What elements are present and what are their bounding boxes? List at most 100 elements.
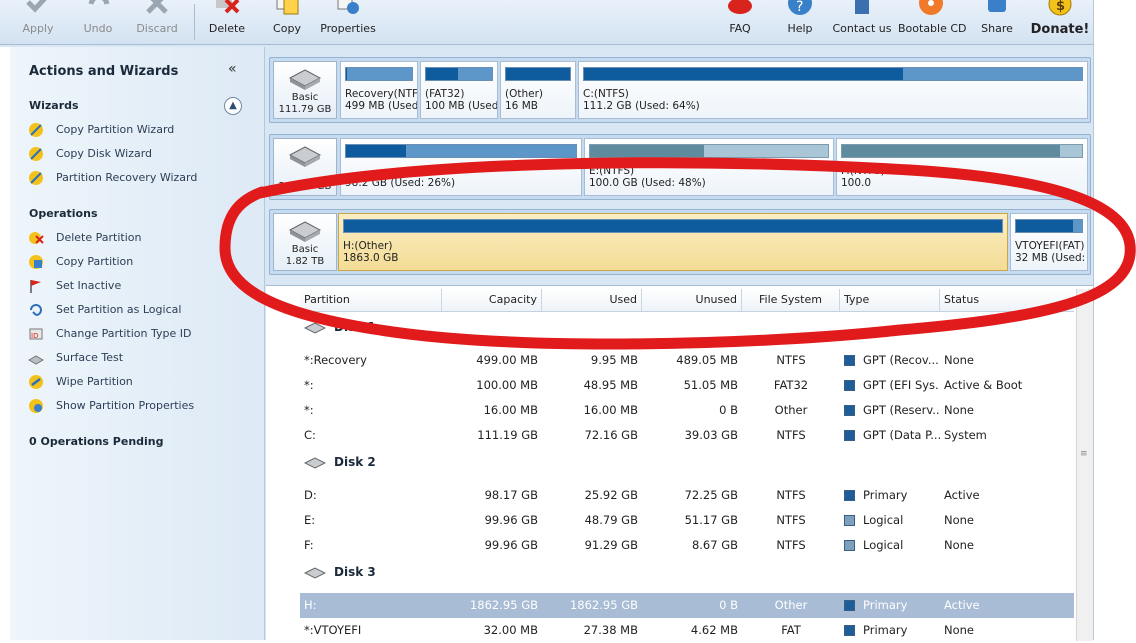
cell-capacity: 16.00 MB (483, 403, 538, 417)
cell-used: 9.95 MB (590, 353, 638, 367)
partition-type-square-icon (844, 380, 855, 391)
share-button[interactable]: Share (976, 0, 1018, 44)
sidebar-item-copy-disk-wizard[interactable]: Copy Disk Wizard (28, 146, 152, 164)
disk1-info[interactable]: Basic 111.79 GB (273, 61, 337, 119)
wizards-collapse-icon[interactable]: ▲ (224, 97, 242, 115)
sidebar-collapse-icon[interactable]: « (228, 61, 237, 77)
delete-button[interactable]: Delete (204, 0, 250, 44)
cell-capacity: 99.96 GB (484, 538, 538, 552)
copy-partition-icon (29, 255, 43, 269)
surface-test-icon (28, 355, 44, 365)
hard-disk-icon (288, 69, 322, 90)
table-row[interactable]: D: 98.17 GB 25.92 GB 72.25 GB NTFS Primary Act… (300, 483, 1074, 508)
check-icon (26, 0, 47, 13)
disk2-info[interactable]: 298.09 GB (273, 138, 337, 196)
disk-group-header-disk1[interactable]: Disk 1 (304, 320, 376, 342)
disk-map-row-disk3[interactable]: Basic 1.82 TB H:(Other) 1863.0 GB VTOYEF… (269, 209, 1091, 275)
vertical-scrollbar[interactable]: ≡ (1076, 289, 1093, 641)
partition-block-e[interactable]: E:(NTFS) 100.0 GB (Used: 48%) (584, 138, 834, 196)
help-button[interactable]: ? Help (780, 0, 820, 44)
cell-type: GPT (Recov... (844, 348, 940, 373)
hard-disk-icon (304, 321, 326, 334)
actions-sidebar: Actions and Wizards « Wizards ▲ Copy Par… (10, 47, 265, 640)
sidebar-item-surface-test[interactable]: Surface Test (28, 350, 123, 368)
column-header-used[interactable]: Used (542, 289, 642, 311)
cell-partition: E: (304, 513, 316, 527)
copy-button[interactable]: Copy (264, 0, 310, 44)
sidebar-item-partition-recovery-wizard[interactable]: Partition Recovery Wizard (28, 170, 197, 188)
partition-type-square-icon (844, 355, 855, 366)
cell-partition: *: (304, 378, 314, 392)
cell-partition: *:Recovery (304, 353, 367, 367)
sidebar-item-show-partition-properties[interactable]: Show Partition Properties (28, 398, 194, 416)
cell-type: GPT (Reserv... (844, 398, 940, 423)
sidebar-item-copy-partition[interactable]: Copy Partition (28, 254, 133, 272)
partition-block-f[interactable]: F:(NTFS) 100.0 (836, 138, 1088, 196)
usage-bar (345, 67, 413, 81)
column-header-unused[interactable]: Unused (642, 289, 742, 311)
table-row[interactable]: C: 111.19 GB 72.16 GB 39.03 GB NTFS GPT (Data… (300, 423, 1074, 448)
table-row[interactable]: *: 16.00 MB 16.00 MB 0 B Other GPT (Reserv...… (300, 398, 1074, 423)
properties-button[interactable]: Properties (320, 0, 376, 44)
bootable-cd-button[interactable]: Bootable CD (898, 0, 967, 44)
table-row[interactable]: *:Recovery 499.00 MB 9.95 MB 489.05 MB NTFS G… (300, 348, 1074, 373)
apply-button[interactable]: Apply (14, 0, 62, 44)
bootable-cd-icon (919, 0, 943, 15)
disk-map: Basic 111.79 GB Recovery(NTF 499 MB (Use… (266, 52, 1093, 283)
partition-type-square-icon (844, 515, 855, 526)
help-icon: ? (788, 0, 812, 15)
column-header-capacity[interactable]: Capacity (442, 289, 542, 311)
sidebar-item-wipe-partition[interactable]: Wipe Partition (28, 374, 133, 392)
cell-fs: Other (774, 598, 808, 612)
faq-button[interactable]: FAQ (720, 0, 760, 44)
partition-block-recovery[interactable]: Recovery(NTF 499 MB (Used: (340, 61, 418, 119)
table-row[interactable]: *: 100.00 MB 48.95 MB 51.05 MB FAT32 GPT (EFI… (300, 373, 1074, 398)
table-row[interactable]: E: 99.96 GB 48.79 GB 51.17 GB NTFS Logical Non… (300, 508, 1074, 533)
disk-group-header-disk3[interactable]: Disk 3 (304, 565, 376, 587)
donate-button[interactable]: $ Donate! (1030, 0, 1090, 44)
sidebar-item-set-inactive[interactable]: Set Inactive (28, 278, 121, 296)
disk-map-row-disk1[interactable]: Basic 111.79 GB Recovery(NTF 499 MB (Use… (269, 57, 1091, 123)
contact-icon (855, 0, 869, 14)
discard-button[interactable]: Discard (133, 0, 181, 44)
wipe-partition-icon (29, 375, 43, 389)
table-row[interactable]: H: 1862.95 GB 1862.95 GB 0 B Other Primary Act… (300, 593, 1074, 618)
cell-partition: D: (304, 488, 317, 502)
table-row[interactable]: F: 99.96 GB 91.29 GB 8.67 GB NTFS Logical None (300, 533, 1074, 558)
column-header-file-system[interactable]: File System (742, 289, 840, 311)
disk3-info[interactable]: Basic 1.82 TB (273, 213, 337, 271)
partition-block-d[interactable]: 98.2 GB (Used: 26%) (340, 138, 582, 196)
sidebar-item-copy-partition-wizard[interactable]: Copy Partition Wizard (28, 122, 174, 140)
partition-block-vtoyefi[interactable]: VTOYEFI(FAT) 32 MB (Used: 8 (1010, 213, 1088, 271)
column-header-partition[interactable]: Partition (300, 289, 442, 311)
contact-us-button[interactable]: Contact us (832, 0, 892, 44)
usage-bar (343, 219, 1003, 233)
table-row[interactable]: *:VTOYEFI 32.00 MB 27.38 MB 4.62 MB FAT Prima… (300, 618, 1074, 643)
column-header-status[interactable]: Status (940, 289, 1074, 311)
sidebar-item-change-partition-type-id[interactable]: ID Change Partition Type ID (28, 326, 191, 344)
sidebar-item-set-partition-as-logical[interactable]: Set Partition as Logical (28, 302, 181, 320)
cell-status: None (944, 538, 975, 552)
partition-block-fat32[interactable]: (FAT32) 100 MB (Used: (420, 61, 498, 119)
column-header-type[interactable]: Type (840, 289, 940, 311)
usage-bar (589, 144, 829, 158)
cell-used: 1862.95 GB (569, 598, 638, 612)
disk-group-header-disk2[interactable]: Disk 2 (304, 455, 376, 477)
scroll-grip-icon: ≡ (1080, 449, 1088, 459)
delete-partition-icon (29, 232, 44, 244)
undo-button[interactable]: Undo (74, 0, 122, 44)
disk-map-row-disk2[interactable]: 298.09 GB 98.2 GB (Used: 26%) E:(NTFS) 1… (269, 134, 1091, 200)
partition-table: Partition Capacity Used Unused File Syst… (266, 285, 1093, 641)
svg-text:ID: ID (31, 332, 38, 340)
wizards-heading: Wizards (29, 99, 79, 112)
partition-block-h[interactable]: H:(Other) 1863.0 GB (338, 213, 1008, 271)
partition-block-other[interactable]: (Other) 16 MB (500, 61, 576, 119)
sidebar-item-delete-partition[interactable]: Delete Partition (28, 230, 141, 248)
delete-icon (216, 0, 240, 14)
partition-block-c[interactable]: C:(NTFS) 111.2 GB (Used: 64%) (578, 61, 1088, 119)
cell-type: Primary (844, 593, 940, 618)
cell-used: 48.79 GB (584, 513, 638, 527)
operations-heading: Operations (29, 207, 98, 220)
usage-bar (841, 144, 1083, 158)
cell-capacity: 499.00 MB (476, 353, 538, 367)
